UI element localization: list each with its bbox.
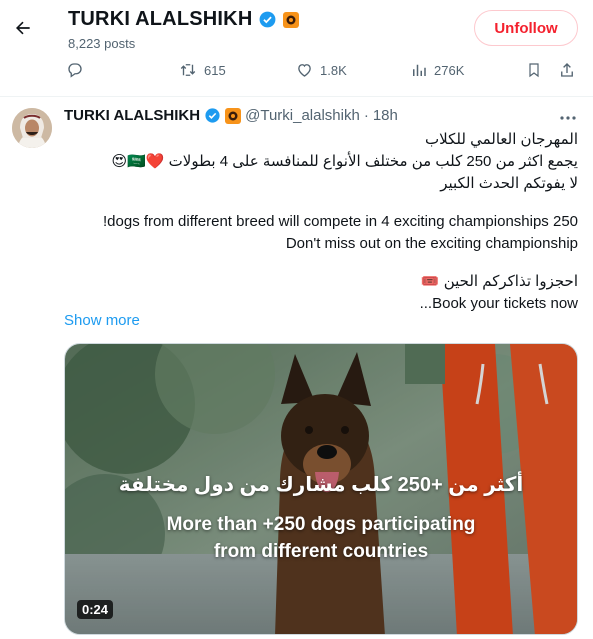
tweet-line: يجمع اكثر من 250 كلب من مختلف الأنواع لل… — [111, 153, 579, 170]
tweet-separator: · — [363, 107, 369, 124]
retweet-count: 615 — [204, 62, 226, 78]
share-button[interactable] — [558, 61, 576, 79]
back-arrow-icon — [16, 21, 30, 35]
tweet-time[interactable]: 18h — [373, 107, 398, 124]
video-duration: 0:24 — [77, 600, 114, 619]
affiliate-badge-icon — [225, 107, 242, 124]
views-icon — [413, 64, 426, 76]
bookmark-icon — [529, 63, 539, 78]
like-button[interactable]: 1.8K — [295, 61, 347, 79]
retweet-icon — [180, 64, 196, 76]
profile-header-bar: TURKI ALALSHIKH 8,223 posts Unfollow — [0, 0, 593, 57]
verified-icon — [260, 11, 276, 28]
more-icon — [560, 116, 576, 120]
video-caption-arabic: أكثر من +250 كلب مشارك من دول مختلفة — [118, 474, 524, 496]
affiliate-badge-icon — [283, 11, 300, 28]
profile-name: TURKI ALALSHIKH — [68, 8, 253, 30]
back-button[interactable] — [10, 12, 36, 44]
post-count: 8,223 posts — [68, 36, 136, 51]
show-more-link[interactable]: Show more — [64, 312, 140, 329]
profile-title: TURKI ALALSHIKH — [68, 8, 300, 31]
bookmark-button[interactable] — [526, 61, 542, 79]
tweet-line: !dogs from different breed will compete … — [103, 213, 578, 230]
tweet-line: Don't miss out on the exciting champions… — [285, 235, 578, 252]
reply-button[interactable] — [66, 61, 84, 79]
tweet-divider — [0, 96, 593, 97]
tweet-line: ...Book your tickets now — [419, 295, 578, 312]
unfollow-button[interactable]: Unfollow — [474, 10, 578, 46]
tweet-header: TURKI ALALSHIKH @Turki_alalshikh · 18h — [64, 107, 398, 124]
share-icon — [561, 63, 573, 77]
tweet-line: لا يفوتكم الحدث الكبير — [440, 175, 578, 192]
tweet-action-bar: 615 1.8K 276K — [0, 57, 593, 89]
more-options-button[interactable] — [556, 108, 580, 128]
video-caption-english-line2: from different countries — [213, 541, 429, 562]
tweet-line: احجزوا تذاكركم الحين 🎟️ — [420, 273, 578, 290]
reply-icon — [68, 63, 82, 78]
video-player[interactable]: أكثر من +250 كلب مشارك من دول مختلفة Mor… — [64, 343, 578, 635]
tweet-line: المهرجان العالمي للكلاب — [425, 131, 578, 148]
like-count: 1.8K — [320, 62, 347, 78]
like-icon — [298, 64, 311, 77]
views-count: 276K — [434, 62, 465, 78]
tweet-handle[interactable]: @Turki_alalshikh — [245, 107, 360, 124]
retweet-button[interactable]: 615 — [178, 61, 226, 79]
avatar[interactable] — [12, 108, 52, 148]
verified-icon — [205, 108, 220, 123]
views-button[interactable]: 276K — [410, 61, 464, 79]
video-caption-english-line1: More than +250 dogs participating — [166, 514, 476, 535]
tweet-author[interactable]: TURKI ALALSHIKH — [64, 107, 200, 124]
